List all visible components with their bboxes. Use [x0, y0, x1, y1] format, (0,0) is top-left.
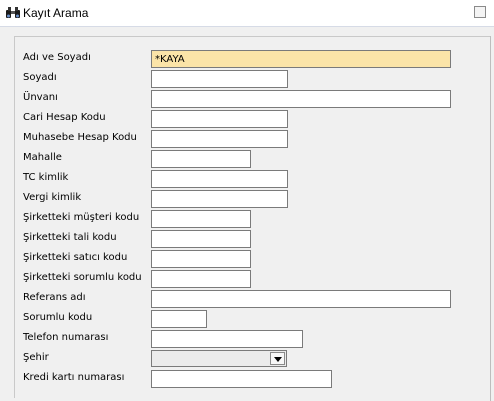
responsible-id-label: Sorumlu kodu — [23, 312, 93, 323]
phone-input[interactable] — [151, 330, 303, 348]
client-area: Adı ve Soyadı Soyadı Ünvanı Cari Hesap K… — [0, 27, 494, 401]
search-form-panel: Adı ve Soyadı Soyadı Ünvanı Cari Hesap K… — [14, 36, 490, 398]
credit-card-input[interactable] — [151, 370, 332, 388]
binoculars-icon — [6, 7, 20, 18]
account-code-label: Cari Hesap Kodu — [23, 112, 106, 123]
field-row-surname: Soyadı — [15, 70, 491, 88]
window-title: Kayıt Arama — [23, 6, 89, 20]
name-label: Adı ve Soyadı — [23, 52, 91, 63]
city-dropdown-button[interactable] — [270, 352, 285, 365]
surname-input[interactable] — [151, 70, 288, 88]
responsible-code-label: Şirketteki sorumlu kodu — [23, 272, 142, 283]
search-record-window: Kayıt Arama Adı ve Soyadı Soyadı Ünvanı … — [0, 0, 494, 401]
field-row-responsible-code: Şirketteki sorumlu kodu — [15, 270, 491, 288]
field-row-customer-code: Şirketteki müşteri kodu — [15, 210, 491, 228]
name-input[interactable] — [151, 50, 451, 68]
district-input[interactable] — [151, 150, 251, 168]
field-row-reference-name: Referans adı — [15, 290, 491, 308]
district-label: Mahalle — [23, 152, 62, 163]
phone-label: Telefon numarası — [23, 332, 109, 343]
accounting-code-label: Muhasebe Hesap Kodu — [23, 132, 137, 143]
field-row-name: Adı ve Soyadı — [15, 50, 491, 68]
field-row-credit-card: Kredi kartı numarası — [15, 370, 491, 388]
field-row-responsible-id: Sorumlu kodu — [15, 310, 491, 328]
title-input[interactable] — [151, 90, 451, 108]
tc-id-label: TC kimlik — [23, 172, 69, 183]
tax-id-label: Vergi kimlik — [23, 192, 82, 203]
account-code-input[interactable] — [151, 110, 288, 128]
field-row-city: Şehir — [15, 350, 491, 368]
seller-code-label: Şirketteki satıcı kodu — [23, 252, 128, 263]
reference-name-label: Referans adı — [23, 292, 86, 303]
credit-card-label: Kredi kartı numarası — [23, 372, 125, 383]
sub-code-label: Şirketteki tali kodu — [23, 232, 117, 243]
field-row-seller-code: Şirketteki satıcı kodu — [15, 250, 491, 268]
reference-name-input[interactable] — [151, 290, 451, 308]
title-bar: Kayıt Arama — [0, 0, 494, 27]
field-row-accounting-code: Muhasebe Hesap Kodu — [15, 130, 491, 148]
field-row-tax-id: Vergi kimlik — [15, 190, 491, 208]
responsible-id-input[interactable] — [151, 310, 207, 328]
field-row-phone: Telefon numarası — [15, 330, 491, 348]
surname-label: Soyadı — [23, 72, 57, 83]
city-select[interactable] — [151, 350, 287, 367]
field-row-sub-code: Şirketteki tali kodu — [15, 230, 491, 248]
responsible-code-input[interactable] — [151, 270, 251, 288]
title-label: Ünvanı — [23, 92, 58, 103]
chevron-down-icon — [274, 357, 282, 362]
window-control-button[interactable] — [474, 6, 486, 18]
city-label: Şehir — [23, 352, 49, 363]
customer-code-input[interactable] — [151, 210, 251, 228]
accounting-code-input[interactable] — [151, 130, 288, 148]
field-row-tc-id: TC kimlik — [15, 170, 491, 188]
field-row-district: Mahalle — [15, 150, 491, 168]
field-row-account-code: Cari Hesap Kodu — [15, 110, 491, 128]
window-right-edge — [490, 36, 491, 401]
sub-code-input[interactable] — [151, 230, 251, 248]
seller-code-input[interactable] — [151, 250, 251, 268]
tax-id-input[interactable] — [151, 190, 288, 208]
field-row-title: Ünvanı — [15, 90, 491, 108]
tc-id-input[interactable] — [151, 170, 288, 188]
customer-code-label: Şirketteki müşteri kodu — [23, 212, 140, 223]
